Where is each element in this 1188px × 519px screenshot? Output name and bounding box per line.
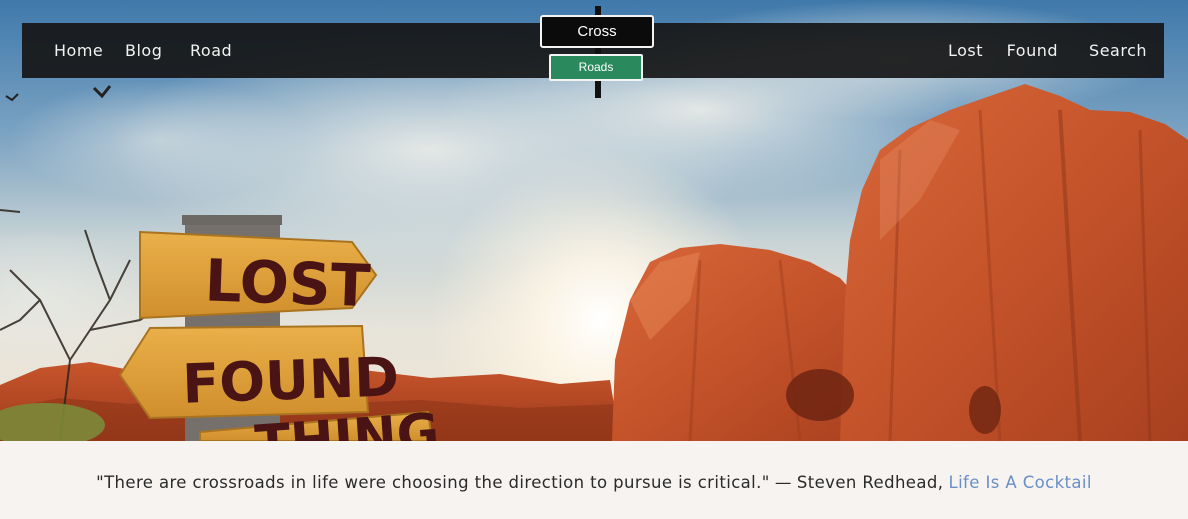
nav-blog-link[interactable]: Blog (125, 23, 162, 78)
nav-search-link[interactable]: Search (1089, 23, 1147, 78)
quote-author: Steven Redhead, (796, 473, 944, 492)
logo-sign-bottom: Roads (549, 54, 643, 81)
site-logo[interactable]: Cross Roads (538, 6, 656, 100)
nav-home-link[interactable]: Home (54, 23, 103, 78)
quote-section: "There are crossroads in life were choos… (0, 441, 1188, 519)
quote-book-link[interactable]: Life Is A Cocktail (948, 473, 1091, 492)
cloud (10, 80, 310, 200)
nav-road-link[interactable]: Road (190, 23, 232, 78)
rock-cave (969, 386, 1001, 434)
bird-icon (5, 93, 19, 102)
quote-text: "There are crossroads in life were choos… (96, 473, 770, 492)
nav-found-link[interactable]: Found (1007, 23, 1058, 78)
logo-sign-top: Cross (540, 15, 654, 48)
quote-dash: — (774, 473, 792, 492)
sign-lost-text: LOST (204, 246, 372, 320)
rock-cave (786, 369, 854, 421)
sign-found-text: FOUND (181, 345, 400, 416)
signpost-cap (182, 215, 282, 225)
page: LOST FOUND THING Home Blog Road Lost Fou… (0, 0, 1188, 519)
nav-lost-link[interactable]: Lost (948, 23, 983, 78)
